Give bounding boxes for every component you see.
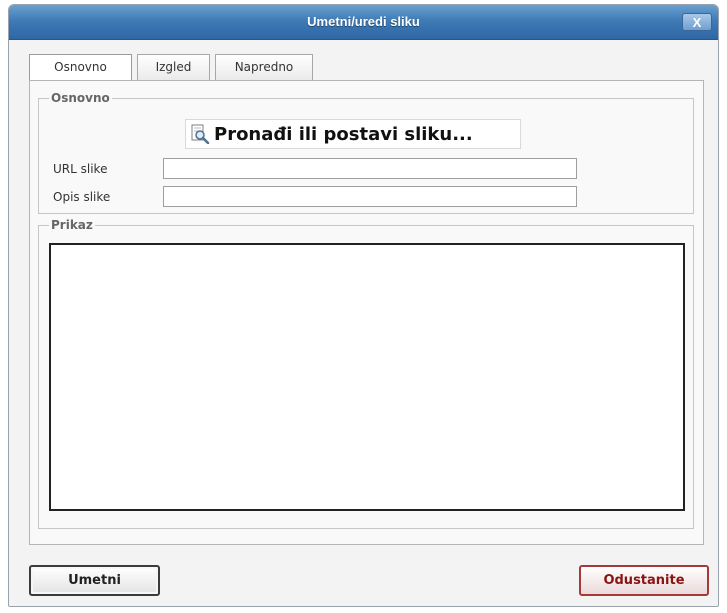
insert-image-dialog: Umetni/uredi sliku X Osnovno Izgled Napr… xyxy=(8,4,719,607)
dialog-titlebar[interactable]: Umetni/uredi sliku X xyxy=(9,5,718,40)
preview-fieldset: Prikaz xyxy=(38,218,694,529)
image-preview-area xyxy=(49,243,685,511)
browse-image-button[interactable]: Pronađi ili postavi sliku... xyxy=(185,119,521,149)
tab-label: Napredno xyxy=(234,60,294,74)
image-url-field[interactable] xyxy=(163,158,577,179)
insert-button[interactable]: Umetni xyxy=(29,565,160,596)
browse-image-label: Pronađi ili postavi sliku... xyxy=(214,123,473,145)
basic-fieldset: Osnovno Pronađi ili postavi sliku... URL… xyxy=(38,91,694,214)
image-description-field[interactable] xyxy=(163,186,577,207)
dialog-title: Umetni/uredi sliku xyxy=(307,14,420,29)
cancel-button[interactable]: Odustanite xyxy=(579,565,709,596)
tab-osnovno[interactable]: Osnovno xyxy=(29,54,132,81)
tab-izgled[interactable]: Izgled xyxy=(137,54,210,80)
insert-button-label: Umetni xyxy=(68,573,121,588)
url-label: URL slike xyxy=(53,162,108,176)
tab-label: Izgled xyxy=(155,60,192,74)
tab-panel-osnovno: Osnovno Pronađi ili postavi sliku... URL… xyxy=(29,80,704,545)
cancel-button-label: Odustanite xyxy=(603,573,685,588)
preview-legend: Prikaz xyxy=(49,218,95,232)
tab-label: Osnovno xyxy=(54,60,107,74)
basic-legend: Osnovno xyxy=(49,91,112,105)
tab-napredno[interactable]: Napredno xyxy=(215,54,313,80)
close-icon: X xyxy=(692,15,702,30)
close-button[interactable]: X xyxy=(682,13,712,31)
description-label: Opis slike xyxy=(53,190,111,204)
magnifier-page-icon xyxy=(190,124,210,145)
